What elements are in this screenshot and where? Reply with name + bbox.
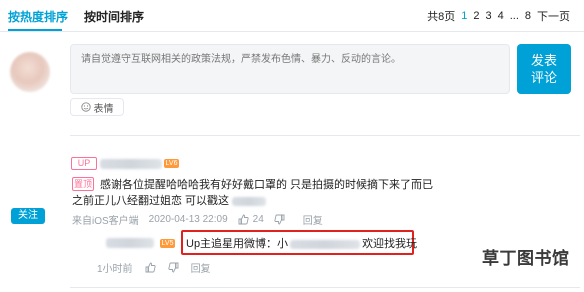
page-4-link[interactable]: 4 (498, 10, 504, 22)
tab-sort-by-hot[interactable]: 按热度排序 (8, 8, 68, 25)
submit-label-line1: 发表 (530, 53, 557, 68)
comment-source: 来自iOS客户端 (72, 216, 139, 227)
username[interactable] (100, 159, 162, 169)
up-badge: UP (71, 157, 97, 170)
tab-sort-by-time[interactable]: 按时间排序 (84, 8, 144, 25)
page-2-link[interactable]: 2 (473, 10, 479, 22)
comment-text-line2: 之前正儿八经翻过姐恋 可以戳这 (72, 193, 267, 209)
section-divider (70, 135, 580, 136)
page-8-link[interactable]: 8 (525, 10, 531, 22)
emoji-button[interactable]: 表情 (70, 98, 124, 116)
sort-tabs: 按热度排序 按时间排序 共8页 1 2 3 4 ... 8 下一页 (0, 0, 584, 32)
reply-time: 1小时前 (97, 264, 133, 275)
reply-text: Up主追星用微博：小 欢迎找我玩 (186, 238, 418, 250)
submit-comment-button[interactable]: 发表 评论 (517, 44, 571, 94)
emoji-label: 表情 (93, 103, 114, 115)
page-3-link[interactable]: 3 (485, 10, 491, 22)
comment-text-line1: 感谢各位提醒哈哈哈我有好好戴口罩的 只是拍摄的时候摘下来了而已 (100, 179, 434, 191)
blurred-weibo-id (290, 239, 361, 249)
reply-username[interactable] (106, 238, 154, 248)
reply-like-icon[interactable] (145, 262, 156, 273)
comment-text: 感谢各位提醒哈哈哈我有好好戴口罩的 只是拍摄的时候摘下来了而已 之前正儿八经翻过… (72, 177, 460, 207)
current-user-avatar (10, 52, 50, 92)
next-page-link[interactable]: 下一页 (537, 8, 570, 24)
active-tab-indicator (8, 29, 62, 31)
reply-button[interactable]: 回复 (303, 212, 323, 227)
comment-meta: 来自iOS客户端 2020-04-13 22:09 24 回复 (72, 212, 323, 227)
follow-button[interactable]: 关注 (11, 208, 45, 224)
submit-label-line2: 评论 (530, 70, 557, 85)
page-1-link[interactable]: 1 (461, 10, 467, 22)
reply-meta: 1小时前 回复 (97, 260, 211, 275)
reply-dislike-icon[interactable] (167, 262, 179, 273)
like-icon[interactable] (238, 214, 249, 225)
bottom-divider (70, 287, 580, 288)
level-badge: LV6 (164, 159, 179, 168)
dislike-icon[interactable] (274, 214, 285, 225)
like-count: 24 (252, 214, 264, 225)
total-pages: 共8页 (427, 11, 456, 23)
pinned-badge: 置顶 (72, 177, 94, 191)
comment-timestamp: 2020-04-13 22:09 (148, 214, 228, 225)
reply-level-badge: LV5 (160, 239, 175, 248)
reply-reply-button[interactable]: 回复 (191, 260, 211, 275)
pagination: 共8页 1 2 3 4 ... 8 下一页 (427, 8, 570, 24)
watermark: 草丁图书馆 (482, 249, 570, 268)
smiley-icon (80, 102, 91, 112)
pagination-ellipsis: ... (509, 10, 519, 22)
comment-input[interactable]: 请自觉遵守互联网相关的政策法规，严禁发布色情、暴力、反动的言论。 (70, 44, 510, 94)
blurred-link[interactable] (232, 196, 267, 206)
